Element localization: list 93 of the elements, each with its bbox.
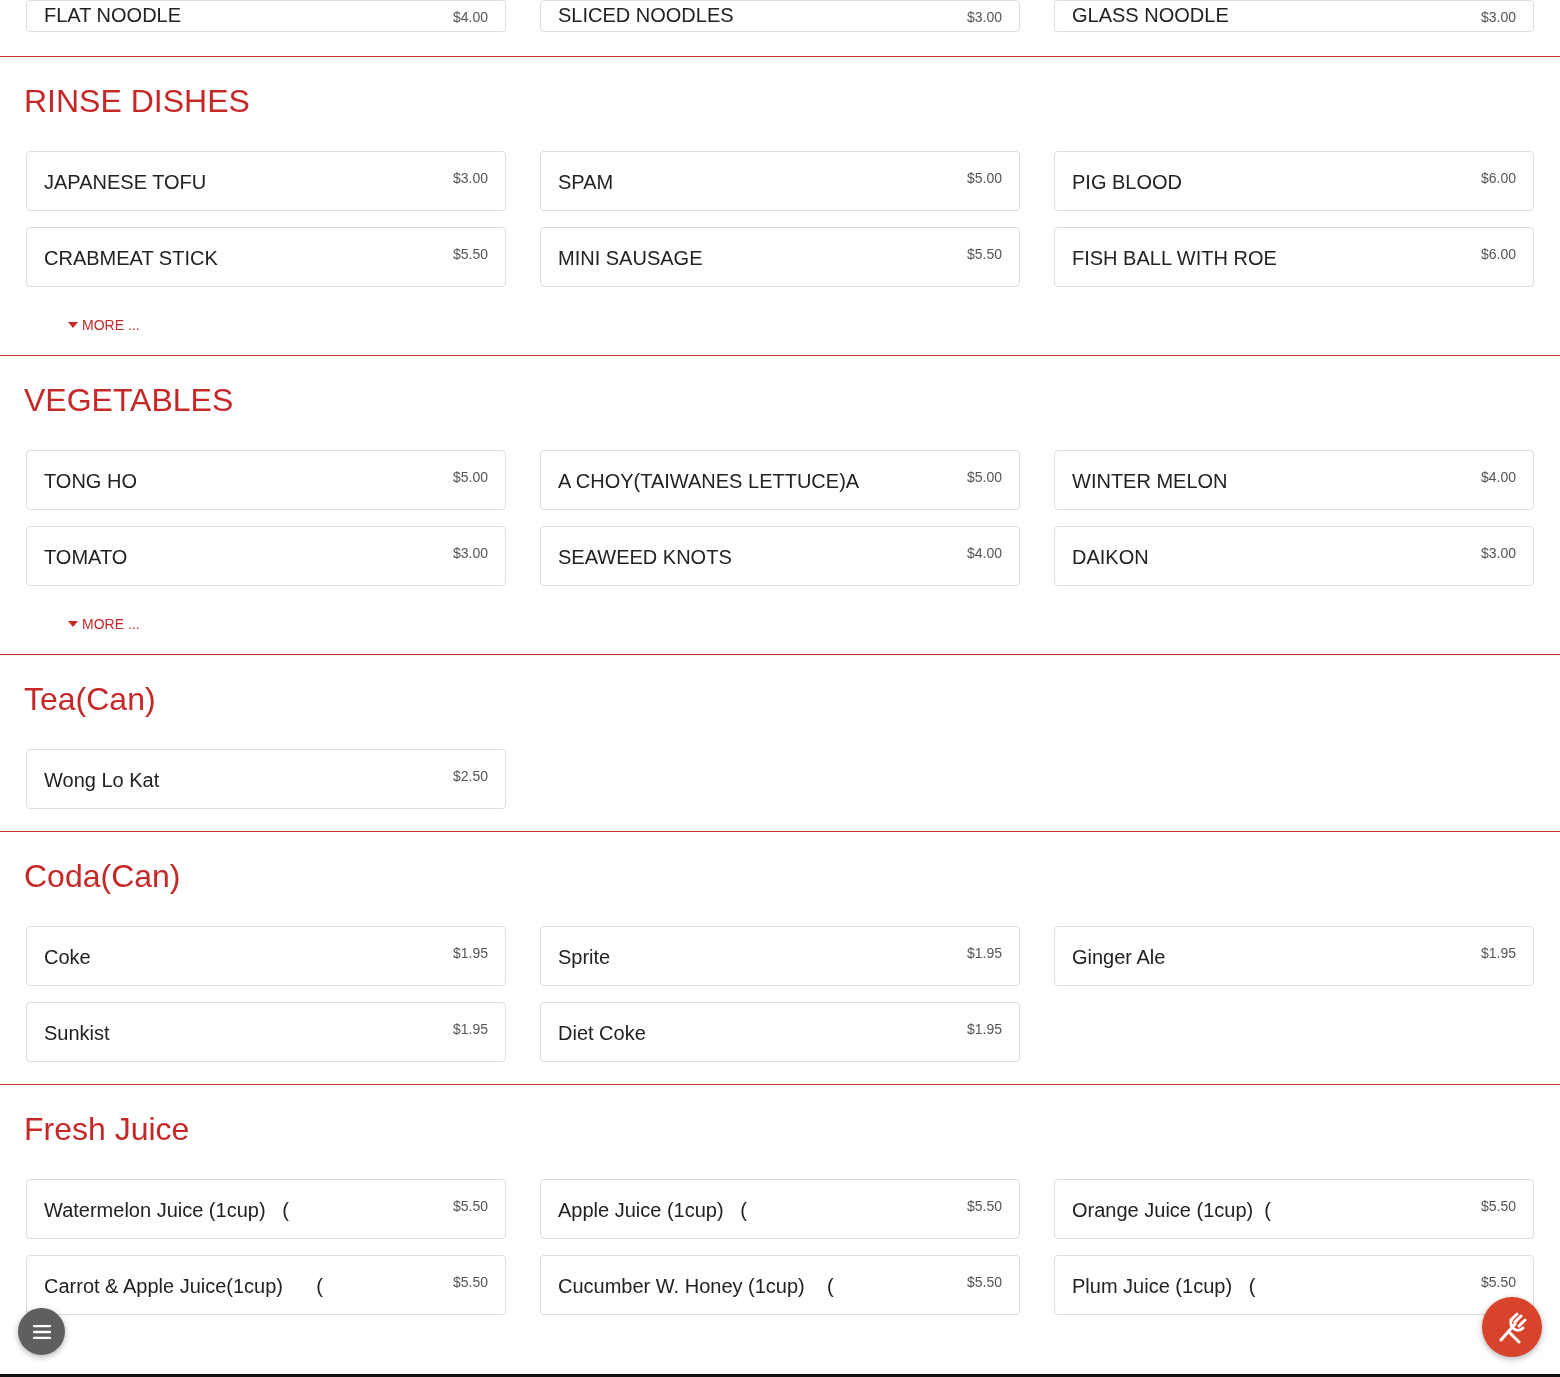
category-heading: Tea(Can) (24, 680, 157, 719)
item-name: FISH BALL WITH ROE (1072, 246, 1277, 271)
item-name: SLICED NOODLES (558, 3, 734, 28)
item-name: Sunkist (44, 1021, 110, 1046)
item-price: $4.00 (1480, 469, 1516, 485)
menu-item-card[interactable]: A CHOY(TAIWANES LETTUCE)A $5.00 (540, 450, 1020, 510)
item-price: $6.00 (1480, 170, 1516, 186)
item-price: $5.00 (966, 170, 1002, 186)
item-price: $4.00 (966, 545, 1002, 561)
item-name: JAPANESE TOFU (44, 170, 207, 195)
item-name: DAIKON (1072, 545, 1149, 570)
item-price: $1.95 (452, 1021, 488, 1037)
menu-item-card[interactable]: Diet Coke $1.95 (540, 1002, 1020, 1062)
item-name: Watermelon Juice (1cup) ( (44, 1198, 289, 1223)
item-name: Cucumber W. Honey (1cup) ( (558, 1274, 834, 1299)
menu-item-card[interactable]: SEAWEED KNOTS $4.00 (540, 526, 1020, 586)
menu-item-card[interactable]: DAIKON $3.00 (1054, 526, 1534, 586)
caret-icon (68, 621, 78, 627)
item-name: Apple Juice (1cup) ( (558, 1198, 747, 1223)
item-price: $3.00 (1480, 545, 1516, 561)
category-heading: Coda(Can) (24, 857, 182, 896)
menu-item-card[interactable]: Watermelon Juice (1cup) ( $5.50 (26, 1179, 506, 1239)
menu-item-card[interactable]: FISH BALL WITH ROE $6.00 (1054, 227, 1534, 287)
item-price: $1.95 (966, 945, 1002, 961)
menu-item-card[interactable]: Carrot & Apple Juice(1cup) ( $5.50 (26, 1255, 506, 1315)
item-name: TOMATO (44, 545, 128, 570)
item-name: GLASS NOODLE (1072, 3, 1229, 28)
item-name: Carrot & Apple Juice(1cup) ( (44, 1274, 323, 1299)
item-price: $5.00 (966, 469, 1002, 485)
caret-icon (68, 322, 78, 328)
menu-item-card[interactable]: CRABMEAT STICK $5.50 (26, 227, 506, 287)
menu-item-card[interactable]: GLASS NOODLE $3.00 (1054, 0, 1534, 32)
order-button[interactable] (1482, 1297, 1542, 1357)
item-name: Diet Coke (558, 1021, 646, 1046)
menu-item-card[interactable]: TOMATO $3.00 (26, 526, 506, 586)
item-name: A CHOY(TAIWANES LETTUCE)A (558, 469, 860, 494)
item-name: Wong Lo Kat (44, 768, 160, 793)
menu-item-card[interactable]: FLAT NOODLE $4.00 (26, 0, 506, 32)
item-price: $3.00 (1480, 8, 1516, 27)
item-price: $5.50 (1480, 1198, 1516, 1214)
menu-item-card[interactable]: MINI SAUSAGE $5.50 (540, 227, 1020, 287)
item-name: Sprite (558, 945, 611, 970)
item-price: $5.50 (966, 1198, 1002, 1214)
item-name: Plum Juice (1cup) ( (1072, 1274, 1256, 1299)
item-price: $3.00 (452, 545, 488, 561)
menu-item-card[interactable]: Orange Juice (1cup) ( $5.50 (1054, 1179, 1534, 1239)
category-heading: RINSE DISHES (24, 82, 251, 121)
more-link[interactable]: MORE ... (68, 616, 140, 632)
menu-item-card[interactable]: WINTER MELON $4.00 (1054, 450, 1534, 510)
menu-item-card[interactable]: Sprite $1.95 (540, 926, 1020, 986)
menu-button[interactable] (18, 1308, 65, 1355)
menu-item-card[interactable]: SPAM $5.00 (540, 151, 1020, 211)
item-price: $5.50 (966, 246, 1002, 262)
item-price: $5.50 (452, 1198, 488, 1214)
item-price: $5.50 (452, 1274, 488, 1290)
item-name: WINTER MELON (1072, 469, 1228, 494)
menu-icon (32, 1324, 51, 1339)
menu-item-card[interactable]: PIG BLOOD $6.00 (1054, 151, 1534, 211)
menu-item-card[interactable]: Ginger Ale $1.95 (1054, 926, 1534, 986)
item-name: Ginger Ale (1072, 945, 1166, 970)
item-price: $1.95 (1480, 945, 1516, 961)
item-price: $4.00 (452, 8, 488, 27)
item-name: FLAT NOODLE (44, 3, 182, 28)
item-price: $3.00 (452, 170, 488, 186)
item-name: SPAM (558, 170, 614, 195)
item-price: $2.50 (452, 768, 488, 784)
item-name: SEAWEED KNOTS (558, 545, 732, 570)
item-name: MINI SAUSAGE (558, 246, 703, 271)
item-name: PIG BLOOD (1072, 170, 1183, 195)
item-price: $5.50 (452, 246, 488, 262)
menu-item-card[interactable]: Coke $1.95 (26, 926, 506, 986)
item-name: Coke (44, 945, 91, 970)
menu-item-card[interactable]: Sunkist $1.95 (26, 1002, 506, 1062)
menu-item-card[interactable]: Plum Juice (1cup) ( $5.50 (1054, 1255, 1534, 1315)
item-price: $3.00 (966, 8, 1002, 27)
category-heading: Fresh Juice (24, 1110, 191, 1149)
item-price: $1.95 (452, 945, 488, 961)
item-name: TONG HO (44, 469, 137, 494)
menu-item-card[interactable]: SLICED NOODLES $3.00 (540, 0, 1020, 32)
menu-item-card[interactable]: Apple Juice (1cup) ( $5.50 (540, 1179, 1020, 1239)
item-price: $5.50 (1480, 1274, 1516, 1290)
menu-item-card[interactable]: Cucumber W. Honey (1cup) ( $5.50 (540, 1255, 1020, 1315)
item-price: $6.00 (1480, 246, 1516, 262)
item-price: $5.00 (452, 469, 488, 485)
menu-item-card[interactable]: TONG HO $5.00 (26, 450, 506, 510)
item-name: CRABMEAT STICK (44, 246, 218, 271)
item-price: $5.50 (966, 1274, 1002, 1290)
menu-item-card[interactable]: JAPANESE TOFU $3.00 (26, 151, 506, 211)
menu-item-card[interactable]: Wong Lo Kat $2.50 (26, 749, 506, 809)
more-link[interactable]: MORE ... (68, 317, 140, 333)
item-name: Orange Juice (1cup) ( (1072, 1198, 1271, 1223)
category-heading: VEGETABLES (24, 381, 235, 420)
item-price: $1.95 (966, 1021, 1002, 1037)
